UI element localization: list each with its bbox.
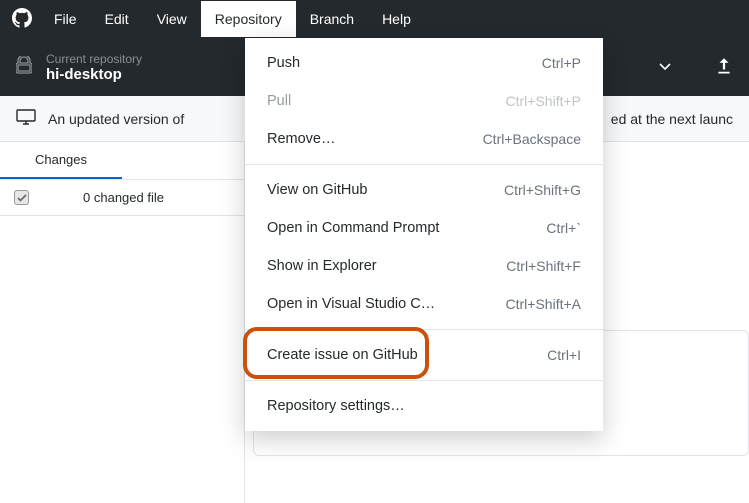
dropdown-item-label: Show in Explorer: [267, 258, 377, 274]
tab-history[interactable]: [122, 142, 244, 179]
repo-label: Current repository: [46, 52, 142, 66]
menu-help[interactable]: Help: [368, 1, 425, 37]
dropdown-item-view-on-github[interactable]: View on GitHub Ctrl+Shift+G: [245, 171, 603, 209]
dropdown-item-label: Create issue on GitHub: [267, 347, 418, 363]
dropdown-item-push[interactable]: Push Ctrl+P: [245, 44, 603, 82]
dropdown-item-shortcut: Ctrl+`: [546, 220, 581, 236]
desktop-icon: [16, 108, 36, 129]
select-all-checkbox[interactable]: [14, 190, 29, 205]
push-icon[interactable]: [699, 56, 749, 79]
dropdown-item-label: Pull: [267, 93, 291, 109]
dropdown-item-label: Repository settings…: [267, 398, 405, 414]
dropdown-separator: [245, 164, 603, 165]
dropdown-item-remove[interactable]: Remove… Ctrl+Backspace: [245, 120, 603, 158]
menu-edit[interactable]: Edit: [91, 1, 143, 37]
menubar: File Edit View Repository Branch Help: [0, 0, 749, 38]
dropdown-item-create-issue-on-github[interactable]: Create issue on GitHub Ctrl+I: [245, 336, 603, 374]
dropdown-item-pull: Pull Ctrl+Shift+P: [245, 82, 603, 120]
dropdown-item-label: Open in Visual Studio C…: [267, 296, 435, 312]
dropdown-item-shortcut: Ctrl+I: [547, 347, 581, 363]
branch-dropdown-caret[interactable]: [631, 58, 699, 76]
dropdown-item-label: Remove…: [267, 131, 336, 147]
menu-file[interactable]: File: [40, 1, 91, 37]
notification-text-end: ed at the next launc: [611, 111, 733, 127]
dropdown-item-shortcut: Ctrl+Shift+F: [506, 258, 581, 274]
menu-repository[interactable]: Repository: [201, 1, 296, 37]
repository-dropdown-menu: Push Ctrl+P Pull Ctrl+Shift+P Remove… Ctrl+Ba…: [245, 38, 603, 431]
dropdown-separator: [245, 380, 603, 381]
dropdown-item-show-in-explorer[interactable]: Show in Explorer Ctrl+Shift+F: [245, 247, 603, 285]
dropdown-item-label: Open in Command Prompt: [267, 220, 439, 236]
changed-files-count: 0 changed file: [41, 190, 230, 205]
tab-changes[interactable]: Changes: [0, 142, 122, 179]
dropdown-item-label: Push: [267, 55, 300, 71]
dropdown-item-shortcut: Ctrl+P: [542, 55, 581, 71]
repo-selector[interactable]: Current repository hi-desktop: [0, 52, 245, 83]
dropdown-item-shortcut: Ctrl+Shift+A: [506, 296, 581, 312]
dropdown-item-label: View on GitHub: [267, 182, 367, 198]
lock-icon: [16, 56, 32, 79]
changes-header-row: 0 changed file: [0, 180, 244, 216]
dropdown-item-shortcut: Ctrl+Shift+P: [506, 93, 581, 109]
tabs: Changes: [0, 142, 244, 180]
menu-branch[interactable]: Branch: [296, 1, 368, 37]
left-panel: Changes 0 changed file: [0, 142, 245, 503]
dropdown-item-shortcut: Ctrl+Backspace: [483, 131, 581, 147]
dropdown-item-repository-settings[interactable]: Repository settings…: [245, 387, 603, 425]
dropdown-item-open-in-command-prompt[interactable]: Open in Command Prompt Ctrl+`: [245, 209, 603, 247]
notification-text-start: An updated version of: [48, 111, 184, 127]
menu-view[interactable]: View: [143, 1, 201, 37]
dropdown-item-shortcut: Ctrl+Shift+G: [504, 182, 581, 198]
dropdown-item-open-in-visual-studio-c[interactable]: Open in Visual Studio C… Ctrl+Shift+A: [245, 285, 603, 323]
github-logo-icon: [12, 8, 32, 31]
repo-name: hi-desktop: [46, 66, 142, 83]
dropdown-separator: [245, 329, 603, 330]
